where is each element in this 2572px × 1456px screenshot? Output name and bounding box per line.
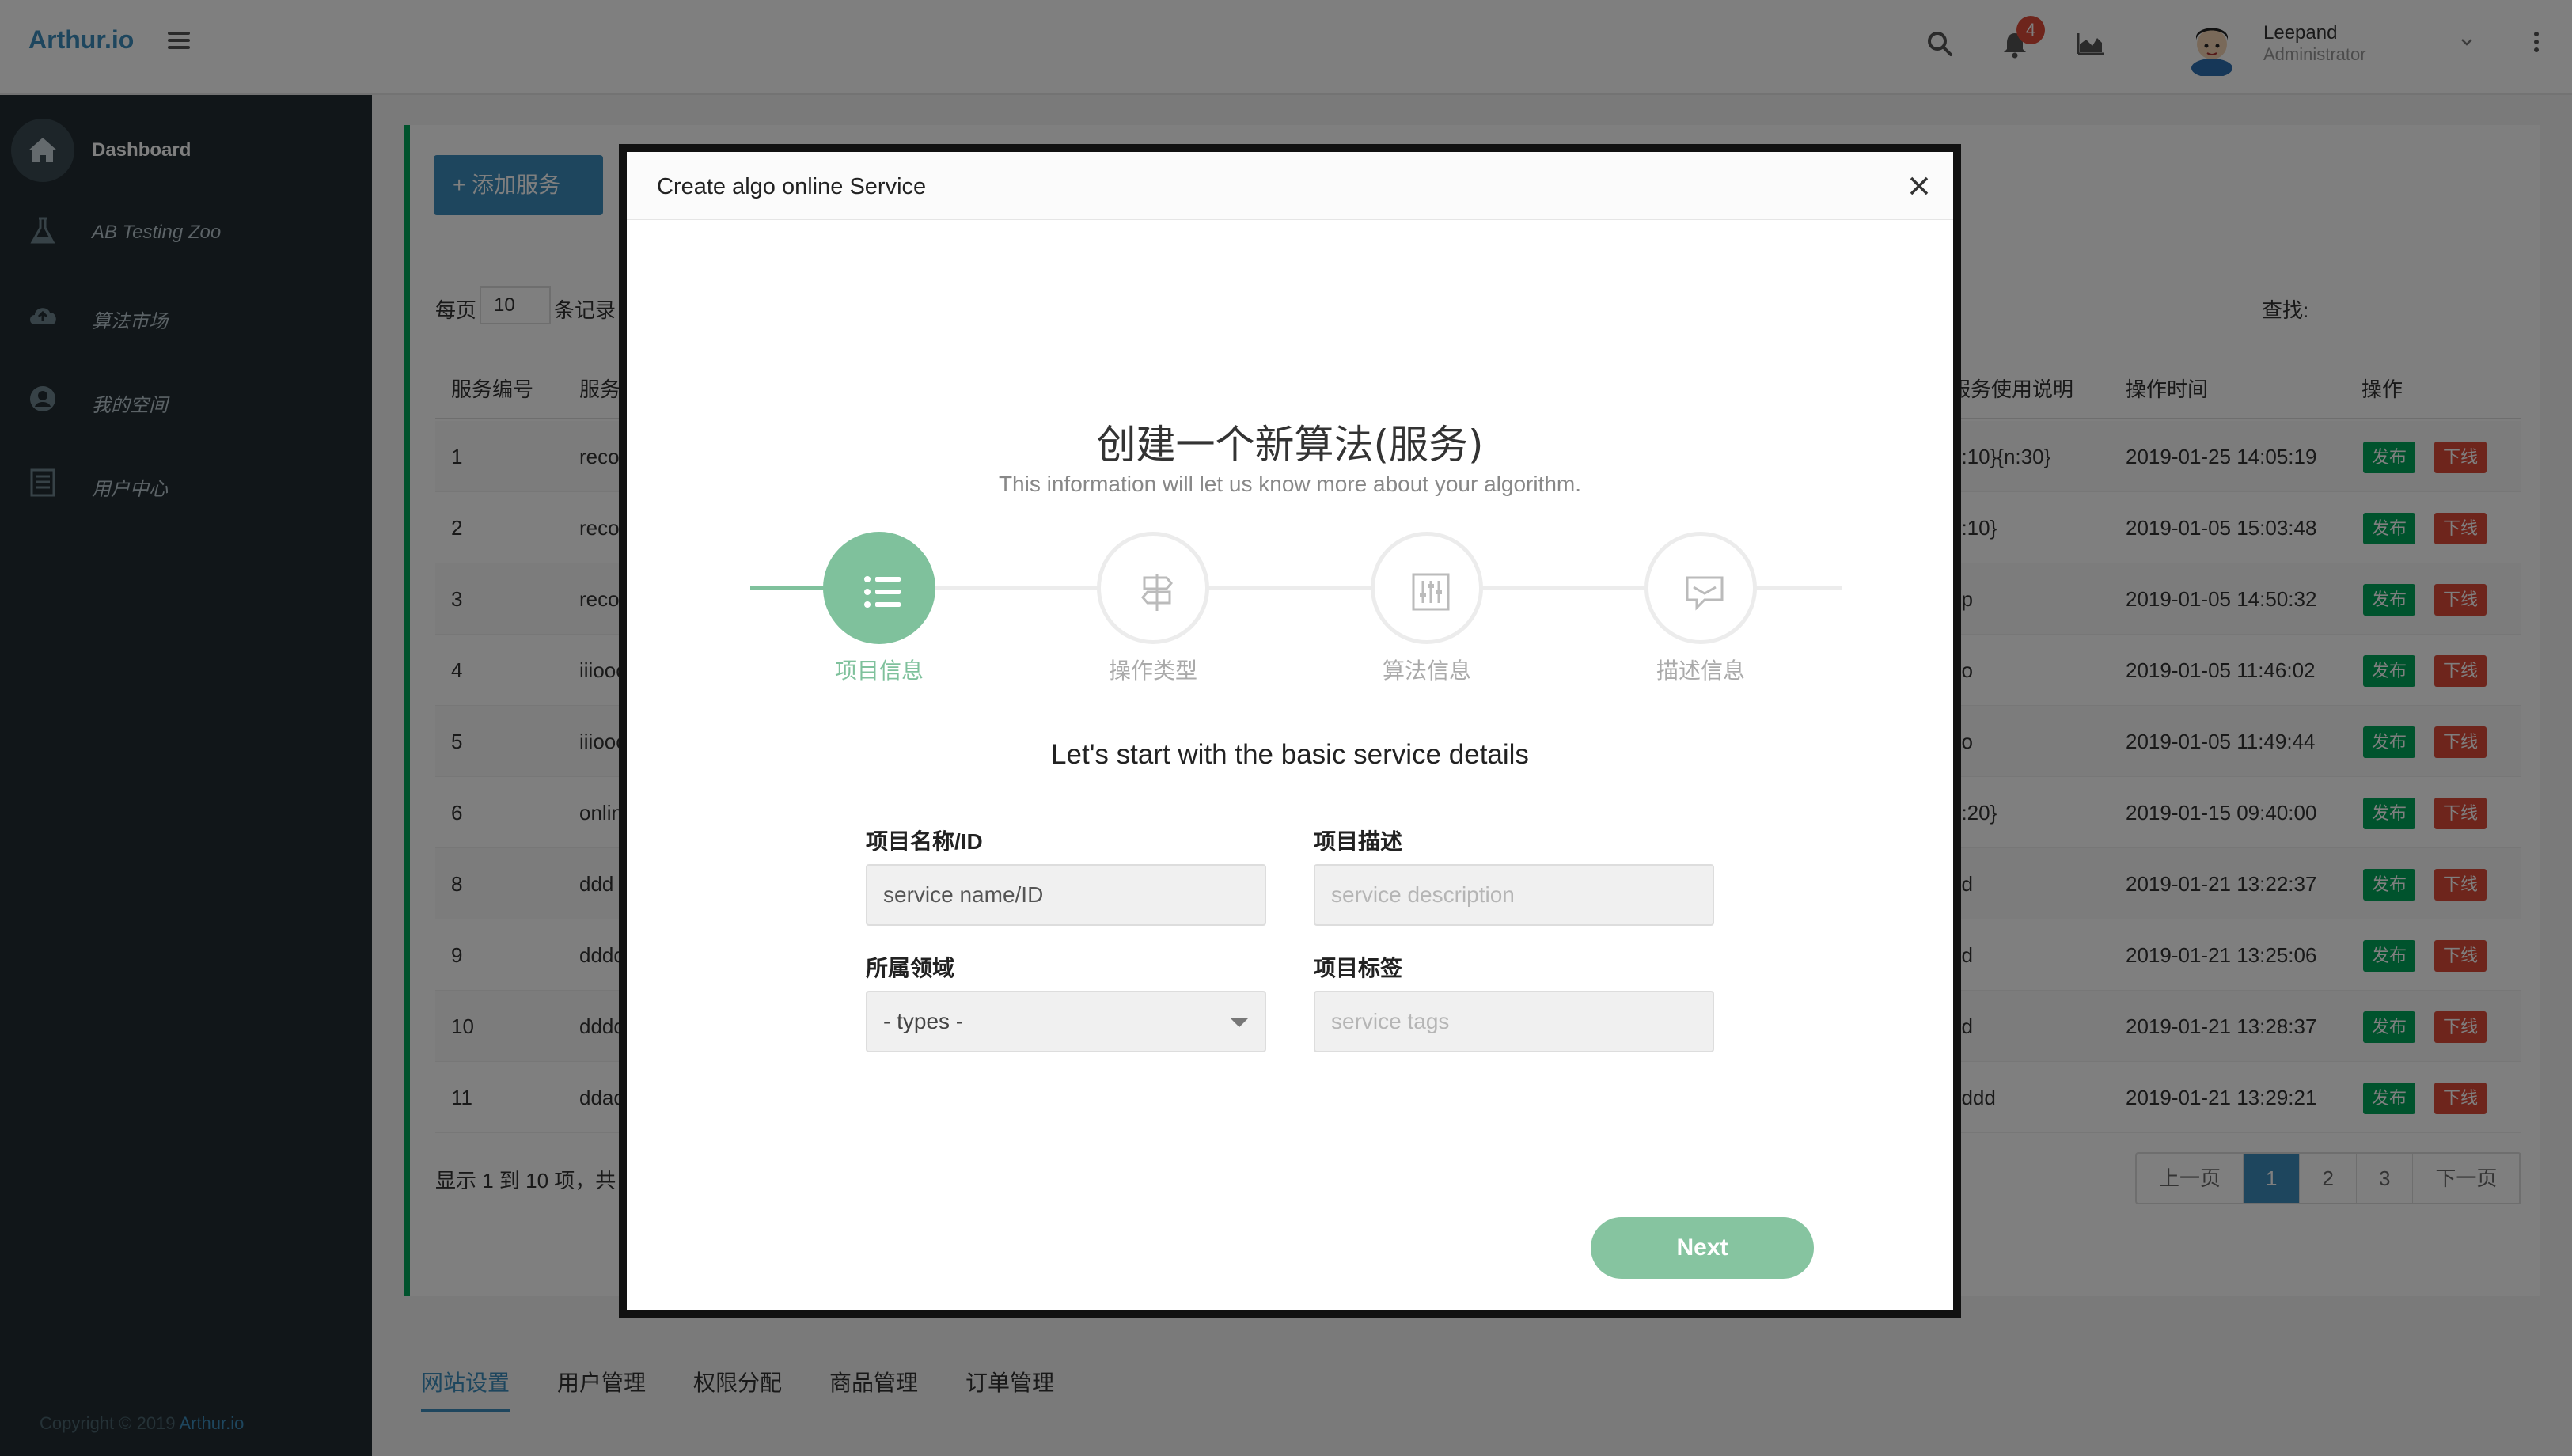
step-label: 操作类型 xyxy=(1108,658,1197,683)
step-label: 项目信息 xyxy=(834,658,924,683)
step-project-info[interactable] xyxy=(823,532,935,644)
step-operation-type[interactable] xyxy=(1097,532,1209,644)
domain-select-value: - types - xyxy=(883,1009,964,1033)
service-description-label: 项目描述 xyxy=(1314,829,1403,854)
close-icon[interactable] xyxy=(1906,173,1933,199)
step-description[interactable] xyxy=(1644,532,1757,644)
service-description-input[interactable] xyxy=(1314,864,1714,926)
step-label: 算法信息 xyxy=(1382,658,1471,683)
step-algo-info[interactable] xyxy=(1371,532,1483,644)
service-tags-input[interactable] xyxy=(1314,991,1714,1052)
modal-title: Create algo online Service xyxy=(657,174,927,199)
create-service-modal: Create algo online Service 创建一个新算法(服务) T… xyxy=(619,144,1961,1318)
chat-icon xyxy=(1686,576,1724,611)
modal-header: Create algo online Service xyxy=(627,152,1953,220)
domain-select[interactable]: - types - xyxy=(866,991,1266,1052)
service-name-label: 项目名称/ID xyxy=(866,829,983,854)
domain-label: 所属领域 xyxy=(866,956,955,980)
caret-down-icon xyxy=(1230,1018,1249,1027)
wizard-title: 创建一个新算法(服务) xyxy=(1096,422,1484,468)
step-label: 描述信息 xyxy=(1656,658,1745,683)
next-button[interactable]: Next xyxy=(1591,1217,1814,1279)
sliders-icon xyxy=(1412,573,1450,611)
service-tags-label: 项目标签 xyxy=(1314,956,1403,980)
list-icon xyxy=(864,576,901,608)
wizard-subtitle: This information will let us know more a… xyxy=(998,472,1582,496)
service-name-input[interactable] xyxy=(866,864,1266,926)
signpost-icon xyxy=(1141,574,1173,611)
section-title: Let's start with the basic service detai… xyxy=(1051,739,1529,770)
